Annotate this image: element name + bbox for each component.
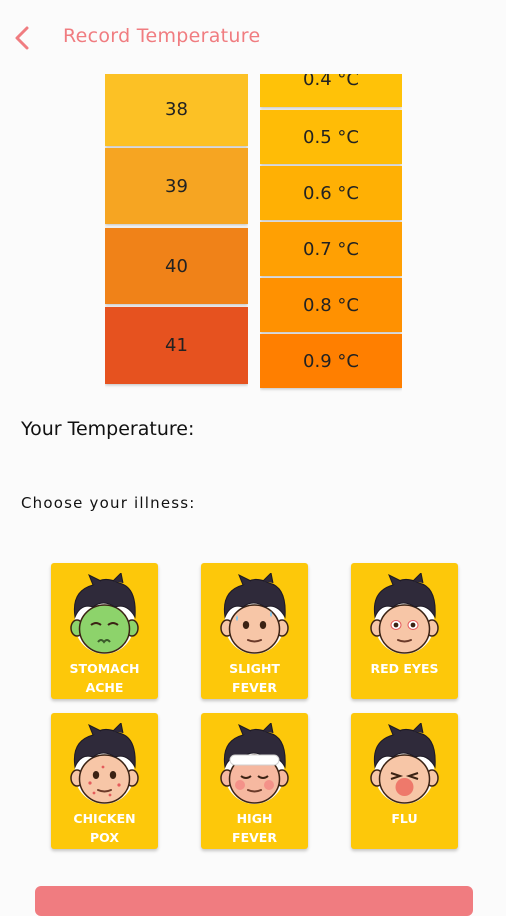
illness-label: RED EYES (370, 661, 439, 676)
illness-label: SLIGHT FEVER (229, 661, 280, 695)
child-face-icon (63, 573, 146, 659)
degree-picker[interactable]: 38 39 40 41 (105, 74, 248, 404)
decimal-option[interactable]: 0.5 °C (260, 110, 402, 164)
back-button[interactable] (8, 20, 38, 56)
chevron-left-icon (15, 26, 29, 50)
degree-option[interactable]: 38 (105, 74, 248, 146)
decimal-option[interactable]: 0.9 °C (260, 334, 402, 388)
page-title: Record Temperature (63, 25, 261, 47)
degree-option[interactable]: 40 (105, 228, 248, 304)
illness-card[interactable]: RED EYES (351, 563, 458, 699)
your-temperature-label: Your Temperature: (21, 418, 195, 440)
child-face-icon (63, 723, 146, 809)
decimal-option[interactable]: 0.7 °C (260, 222, 402, 276)
child-face-icon (213, 573, 296, 659)
illness-card[interactable]: CHICKEN POX (51, 713, 158, 849)
illness-label: CHICKEN POX (73, 811, 136, 845)
decimal-option[interactable]: 0.4 °C (260, 74, 402, 107)
illness-label: FLU (391, 811, 418, 826)
decimal-option[interactable]: 0.8 °C (260, 278, 402, 332)
illness-card[interactable]: FLU (351, 713, 458, 849)
decimal-option[interactable]: 0.6 °C (260, 166, 402, 220)
app-bar: Record Temperature (0, 0, 506, 74)
decimal-picker[interactable]: 0.4 °C 0.5 °C 0.6 °C 0.7 °C 0.8 °C 0.9 °C (260, 74, 402, 404)
choose-illness-label: Choose your illness: (21, 494, 196, 512)
illness-card[interactable]: SLIGHT FEVER (201, 563, 308, 699)
illness-label: STOMACH ACHE (69, 661, 140, 695)
degree-option[interactable]: 41 (105, 307, 248, 384)
illness-label: HIGH FEVER (232, 811, 277, 845)
record-button[interactable] (35, 886, 473, 916)
child-face-icon (213, 723, 296, 809)
illness-card[interactable]: HIGH FEVER (201, 713, 308, 849)
illness-card[interactable]: STOMACH ACHE (51, 563, 158, 699)
child-face-icon (363, 723, 446, 809)
degree-option[interactable]: 39 (105, 148, 248, 224)
child-face-icon (363, 573, 446, 659)
